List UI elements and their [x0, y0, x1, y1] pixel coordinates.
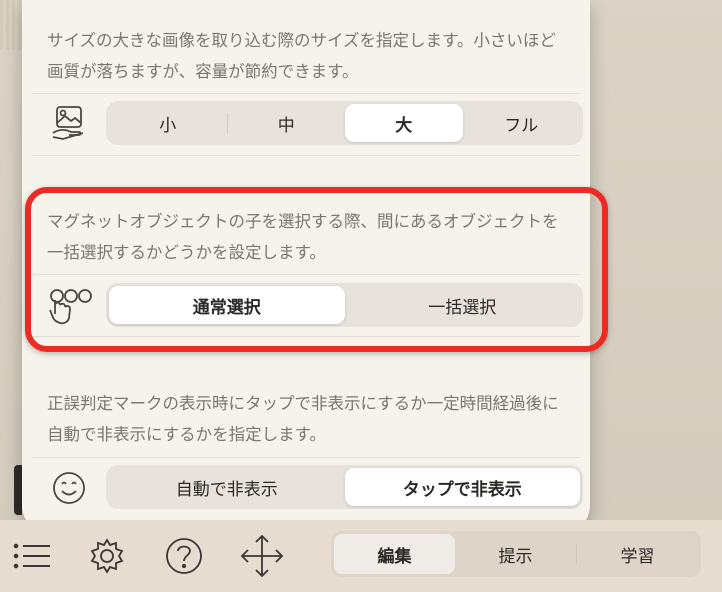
option-tap-hide[interactable]: タップで非表示 [344, 468, 580, 506]
menu-icon[interactable] [8, 532, 56, 580]
divider [32, 457, 580, 458]
highlight-outline [25, 187, 608, 352]
judgment-mark-description: 正誤判定マークの表示時にタップで非表示にするか一定時間経過後に自動で非表示にする… [47, 394, 559, 444]
size-option-full[interactable]: フル [463, 104, 581, 142]
image-size-segmented-control: 小 中 大 フル [106, 101, 583, 145]
size-option-small[interactable]: 小 [109, 104, 227, 142]
image-size-description: サイズの大きな画像を取り込む際のサイズを指定します。小さいほど画質が落ちますが、… [47, 31, 556, 81]
divider [32, 93, 580, 94]
image-hand-icon [44, 98, 94, 148]
mode-learn[interactable]: 学習 [577, 534, 698, 574]
background-object [14, 465, 22, 515]
judgment-mark-segmented-control: 自動で非表示 タップで非表示 [106, 465, 583, 509]
mode-segmented-control: 編集 提示 学習 [331, 531, 701, 577]
smiley-icon [44, 463, 94, 513]
settings-gear-icon[interactable] [83, 532, 131, 580]
option-auto-hide[interactable]: 自動で非表示 [109, 468, 345, 506]
help-icon[interactable] [160, 532, 208, 580]
size-option-medium[interactable]: 中 [228, 104, 346, 142]
mode-edit[interactable]: 編集 [334, 534, 455, 574]
move-arrows-icon[interactable] [238, 532, 286, 580]
divider [32, 155, 580, 156]
background-edge [0, 0, 22, 50]
mode-present[interactable]: 提示 [455, 534, 576, 574]
size-option-large[interactable]: 大 [345, 104, 463, 142]
